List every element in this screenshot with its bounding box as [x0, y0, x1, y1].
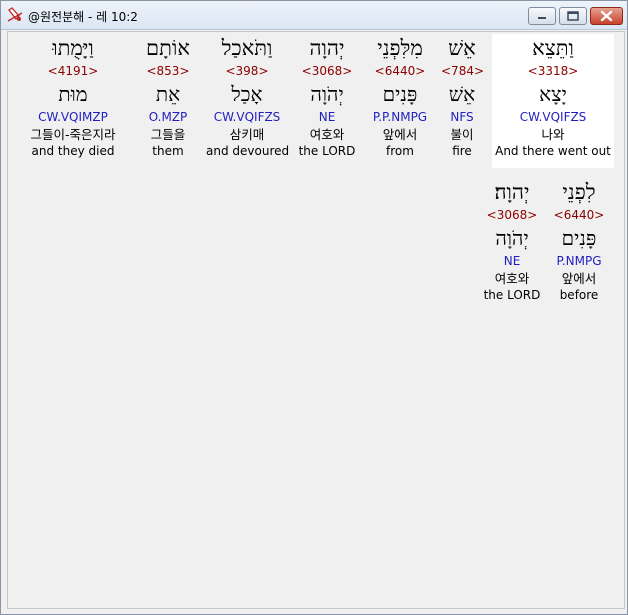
strong-number[interactable]: <3068>	[294, 62, 360, 80]
word-card-yhwh[interactable]: יְהוָה <3068> יְהֹוָה NE 여호와 the LORD	[294, 34, 360, 168]
hebrew-word: וַתֵּצֵא	[532, 36, 574, 60]
korean-gloss: 그들을	[150, 127, 186, 142]
word-card-vattetse[interactable]: וַתֵּצֵא <3318> יָצָא CW.VQIFZS 나와 And t…	[492, 34, 614, 168]
strong-number[interactable]: <853>	[136, 62, 200, 80]
analysis-panel: וַתֵּצֵא <3318> יָצָא CW.VQIFZS 나와 And t…	[7, 31, 625, 609]
morph-code: P.NMPG	[556, 254, 602, 268]
korean-gloss: 불이	[450, 127, 474, 142]
hebrew-lemma: יְהֹוָה	[495, 226, 529, 250]
close-button[interactable]	[590, 7, 623, 25]
word-card-vattokhal[interactable]: וַתֹּאכַל <398> אָכַל CW.VQIFZS 삼키매 and …	[206, 34, 290, 168]
hebrew-word: יְהוָה׃	[494, 180, 530, 204]
word-card-yhwh-end[interactable]: יְהוָה׃ <3068> יְהֹוָה NE 여호와 the LORD	[480, 178, 544, 312]
maximize-button[interactable]	[559, 7, 587, 25]
hebrew-lemma: אֵת	[155, 82, 181, 106]
morph-code: CW.VQIMZP	[38, 110, 108, 124]
hebrew-lemma: פָּנִים	[382, 82, 418, 106]
english-gloss: fire	[452, 144, 472, 158]
close-icon	[600, 10, 613, 22]
hebrew-word: אֵשׁ	[448, 36, 476, 60]
english-gloss: them	[152, 144, 184, 158]
hebrew-word: וַיָּמֻתוּ	[52, 36, 94, 60]
english-gloss: the LORD	[483, 288, 541, 302]
korean-gloss: 나와	[541, 127, 565, 142]
hebrew-lemma: יְהֹוָה	[310, 82, 344, 106]
word-card-lifne[interactable]: לִפְנֵי <6440> פָּנִים P.NMPG 앞에서 before	[549, 178, 609, 312]
english-gloss: from	[386, 144, 414, 158]
hebrew-lemma: מוּת	[58, 82, 88, 106]
minimize-icon	[538, 17, 546, 19]
english-gloss: and they died	[31, 144, 115, 158]
hebrew-word: לִפְנֵי	[562, 180, 596, 204]
window-title: @원전분해 - 레 10:2	[28, 10, 138, 24]
word-card-vayyamutu[interactable]: וַיָּמֻתוּ <4191> מוּת CW.VQIMZP 그들이-죽은지…	[14, 34, 132, 168]
english-gloss: And there went out	[495, 144, 611, 158]
korean-gloss: 여호와	[309, 127, 345, 142]
strong-number[interactable]: <784>	[441, 62, 484, 80]
hebrew-lemma: אֵשׁ	[448, 82, 476, 106]
hebrew-word: יְהוָה	[309, 36, 345, 60]
hebrew-lemma: פָּנִים	[561, 226, 597, 250]
word-card-millifne[interactable]: מִלִּפְנֵי <6440> פָּנִים P.P.NMPG 앞에서 f…	[365, 34, 435, 168]
strong-number[interactable]: <6440>	[549, 206, 609, 224]
hebrew-word: אוֹתָם	[146, 36, 190, 60]
english-gloss: the LORD	[298, 144, 356, 158]
hebrew-word: וַתֹּאכַל	[221, 36, 273, 60]
app-icon	[7, 7, 23, 22]
morph-code: CW.VQIFZS	[519, 110, 587, 124]
hebrew-lemma: יָצָא	[539, 82, 567, 106]
strong-number[interactable]: <4191>	[14, 62, 132, 80]
hebrew-word: מִלִּפְנֵי	[377, 36, 423, 60]
morph-code: P.P.NMPG	[372, 110, 428, 124]
strong-number[interactable]: <6440>	[365, 62, 435, 80]
word-card-esh[interactable]: אֵשׁ <784> אֵשׁ NFS 불이 fire	[441, 34, 484, 168]
title-bar: @원전분해 - 레 10:2	[1, 1, 627, 30]
morph-code: O.MZP	[148, 110, 188, 124]
morph-code: NFS	[450, 110, 474, 124]
word-card-otam[interactable]: אוֹתָם <853> אֵת O.MZP 그들을 them	[136, 34, 200, 168]
morph-code: CW.VQIFZS	[213, 110, 281, 124]
korean-gloss: 여호와	[494, 271, 530, 286]
hebrew-lemma: אָכַל	[231, 82, 263, 106]
korean-gloss: 앞에서	[561, 271, 597, 286]
korean-gloss: 그들이-죽은지라	[30, 127, 116, 142]
korean-gloss: 앞에서	[382, 127, 418, 142]
minimize-button[interactable]	[528, 7, 556, 25]
morph-code: NE	[318, 110, 336, 124]
korean-gloss: 삼키매	[229, 127, 265, 142]
morph-code: NE	[503, 254, 521, 268]
strong-number[interactable]: <3068>	[480, 206, 544, 224]
app-window: @원전분해 - 레 10:2 וַתֵּצֵא <3318> יָצָא CW.…	[0, 0, 628, 615]
maximize-icon	[567, 11, 579, 21]
english-gloss: before	[559, 288, 599, 302]
strong-number[interactable]: <398>	[206, 62, 288, 80]
english-gloss: and devoured	[206, 144, 290, 158]
strong-number[interactable]: <3318>	[492, 62, 614, 80]
